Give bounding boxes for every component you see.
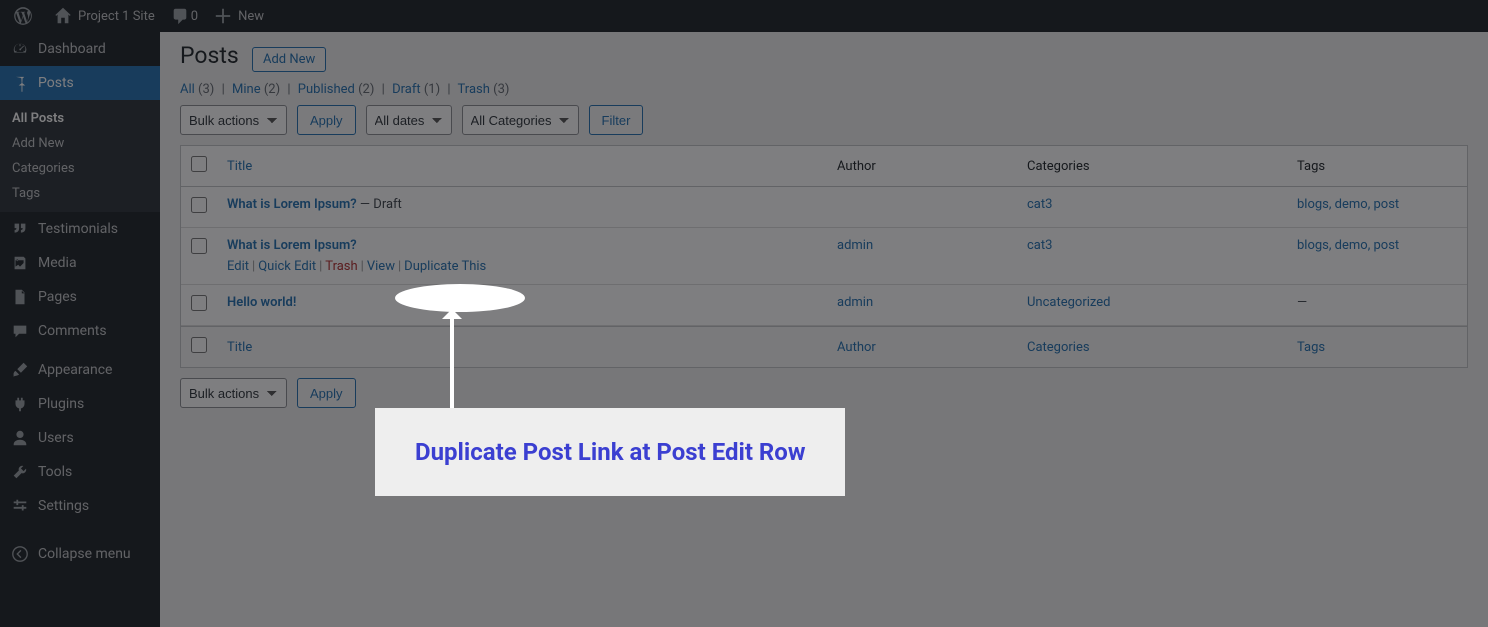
menu-media[interactable]: Media (0, 246, 160, 280)
comments-count: 0 (191, 9, 198, 24)
menu-plugins[interactable]: Plugins (0, 387, 160, 421)
annotation-arrow (450, 310, 454, 410)
submenu-add-new[interactable]: Add New (0, 131, 160, 156)
comments-icon (10, 321, 30, 341)
collapse-icon (10, 544, 30, 564)
menu-tools[interactable]: Tools (0, 455, 160, 489)
category-link[interactable]: cat3 (1027, 197, 1052, 212)
tags-links[interactable]: blogs, demo, post (1297, 197, 1399, 212)
menu-testimonials[interactable]: Testimonials (0, 212, 160, 246)
annotation-label: Duplicate Post Link at Post Edit Row (375, 408, 845, 496)
table-row: Hello world! admin Uncategorized — (181, 285, 1467, 326)
col-author: Author (827, 146, 1017, 187)
bulk-actions-select-bottom[interactable]: Bulk actions (180, 378, 287, 408)
page-icon (10, 287, 30, 307)
admin-bar: Project 1 Site 0 New (0, 0, 1488, 32)
quote-icon (10, 219, 30, 239)
author-link[interactable]: admin (837, 295, 873, 310)
col-categories: Categories (1017, 146, 1287, 187)
post-state: — Draft (357, 197, 402, 212)
action-view[interactable]: View (367, 259, 395, 274)
new-content-link[interactable]: New (206, 0, 272, 32)
posts-table: Title Author Categories Tags What is Lor… (180, 145, 1468, 368)
submenu-posts: All Posts Add New Categories Tags (0, 100, 160, 212)
menu-comments[interactable]: Comments (0, 314, 160, 348)
action-quick-edit[interactable]: Quick Edit (258, 259, 316, 274)
tablenav-bottom: Bulk actions Apply (180, 378, 1468, 408)
action-duplicate[interactable]: Duplicate This (404, 259, 486, 274)
post-title-link[interactable]: What is Lorem Ipsum? (227, 197, 357, 212)
col-categories-foot: Categories (1017, 326, 1287, 367)
brush-icon (10, 360, 30, 380)
post-status-filters: All (3) | Mine (2) | Published (2) | Dra… (180, 82, 1468, 97)
bulk-actions-select[interactable]: Bulk actions (180, 105, 287, 135)
apply-button-top[interactable]: Apply (297, 105, 356, 135)
filter-button[interactable]: Filter (589, 105, 644, 135)
new-label: New (238, 9, 264, 24)
site-name: Project 1 Site (78, 9, 155, 24)
category-link[interactable]: cat3 (1027, 238, 1052, 253)
col-author-foot: Author (827, 326, 1017, 367)
sliders-icon (10, 496, 30, 516)
col-title[interactable]: Title (217, 146, 827, 187)
add-new-button[interactable]: Add New (252, 47, 326, 72)
menu-pages[interactable]: Pages (0, 280, 160, 314)
admin-sidebar: Dashboard Posts All Posts Add New Catego… (0, 32, 160, 627)
category-filter-select[interactable]: All Categories (462, 105, 579, 135)
content-area: Posts Add New All (3) | Mine (2) | Publi… (160, 32, 1488, 627)
site-name-link[interactable]: Project 1 Site (46, 0, 163, 32)
menu-posts[interactable]: Posts (0, 66, 160, 100)
row-checkbox[interactable] (191, 238, 207, 254)
date-filter-select[interactable]: All dates (366, 105, 452, 135)
col-tags: Tags (1287, 146, 1467, 187)
submenu-categories[interactable]: Categories (0, 156, 160, 181)
user-icon (10, 428, 30, 448)
action-trash[interactable]: Trash (325, 259, 357, 274)
comment-icon (171, 7, 189, 25)
tablenav-top: Bulk actions Apply All dates All Categor… (180, 105, 1468, 135)
submenu-all-posts[interactable]: All Posts (0, 106, 160, 131)
submenu-tags[interactable]: Tags (0, 181, 160, 206)
page-title: Posts (180, 42, 239, 69)
action-edit[interactable]: Edit (227, 259, 249, 274)
filter-mine[interactable]: Mine (232, 82, 261, 97)
col-title-foot[interactable]: Title (217, 326, 827, 367)
tags-links[interactable]: blogs, demo, post (1297, 238, 1399, 253)
apply-button-bottom[interactable]: Apply (297, 378, 356, 408)
plus-icon (214, 7, 232, 25)
menu-appearance[interactable]: Appearance (0, 353, 160, 387)
author-link[interactable]: admin (837, 238, 873, 253)
filter-published[interactable]: Published (298, 82, 355, 97)
plug-icon (10, 394, 30, 414)
wrench-icon (10, 462, 30, 482)
row-checkbox[interactable] (191, 295, 207, 311)
table-row: What is Lorem Ipsum? — Draft cat3 blogs, d… (181, 187, 1467, 228)
select-all-top[interactable] (191, 156, 207, 172)
menu-settings[interactable]: Settings (0, 489, 160, 523)
post-title-link[interactable]: What is Lorem Ipsum? (227, 238, 357, 253)
wordpress-icon (14, 7, 32, 25)
menu-collapse[interactable]: Collapse menu (0, 537, 160, 571)
home-icon (54, 7, 72, 25)
wp-logo[interactable] (6, 0, 46, 32)
table-row: What is Lorem Ipsum? Edit|Quick Edit|Tras… (181, 228, 1467, 285)
menu-dashboard[interactable]: Dashboard (0, 32, 160, 66)
filter-draft[interactable]: Draft (392, 82, 421, 97)
row-actions: Edit|Quick Edit|Trash|View|Duplicate Thi… (227, 259, 817, 274)
category-link[interactable]: Uncategorized (1027, 295, 1110, 310)
comments-link[interactable]: 0 (163, 0, 206, 32)
post-title-link[interactable]: Hello world! (227, 295, 296, 310)
filter-trash[interactable]: Trash (458, 82, 490, 97)
media-icon (10, 253, 30, 273)
menu-users[interactable]: Users (0, 421, 160, 455)
pin-icon (10, 73, 30, 93)
row-checkbox[interactable] (191, 197, 207, 213)
col-tags-foot: Tags (1287, 326, 1467, 367)
filter-all[interactable]: All (180, 82, 195, 97)
dashboard-icon (10, 39, 30, 59)
select-all-bottom[interactable] (191, 337, 207, 353)
tags-empty: — (1287, 285, 1467, 326)
